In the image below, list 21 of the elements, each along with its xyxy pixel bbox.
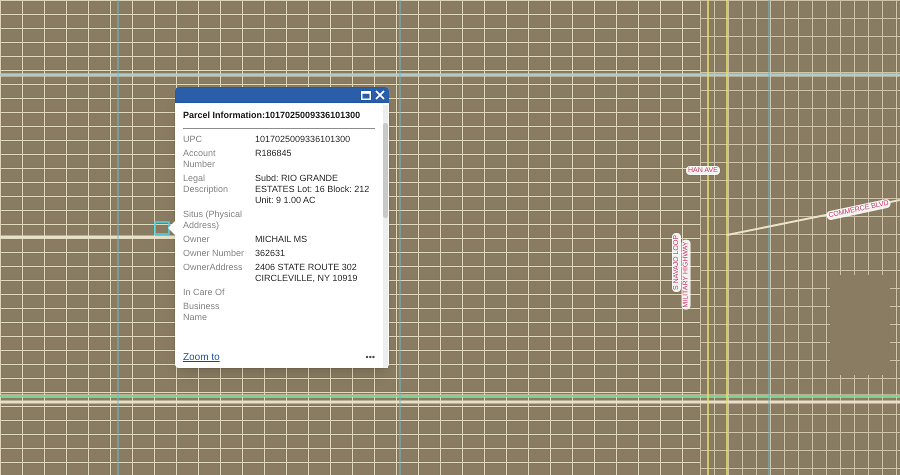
field-value: 1017025009336101300 <box>255 134 352 144</box>
field-label: Business Name <box>183 300 221 322</box>
scrollbar[interactable] <box>383 105 388 368</box>
field-value: MICHAIL MS <box>255 234 308 244</box>
field-value: 2406 STATE ROUTE 302 CIRCLEVILLE, NY 10919 <box>255 262 358 284</box>
maximize-icon[interactable] <box>361 90 371 100</box>
close-icon[interactable] <box>375 90 385 100</box>
field-label: Account Number <box>183 148 217 170</box>
field-label: OwnerAddress <box>183 262 244 274</box>
field-value: 362631 <box>255 248 286 258</box>
zoom-to-link[interactable]: Zoom to <box>183 350 220 365</box>
popup-title: Parcel Information:1017025009336101300 <box>183 109 375 128</box>
field-label: In Care Of <box>183 286 226 298</box>
more-actions-button[interactable]: ••• <box>366 350 375 364</box>
field-label: Owner Number <box>183 248 246 258</box>
field-label: Legal Description <box>183 172 230 196</box>
field-label: Situs (Physical Address) <box>183 208 244 230</box>
field-label: UPC <box>183 134 204 144</box>
field-value: Subd: RIO GRANDE ESTATES Lot: 16 Block: 212 Unit: 9 1.00 AC <box>255 172 370 206</box>
field-value: R186845 <box>255 148 293 160</box>
field-label: Owner <box>183 234 211 244</box>
